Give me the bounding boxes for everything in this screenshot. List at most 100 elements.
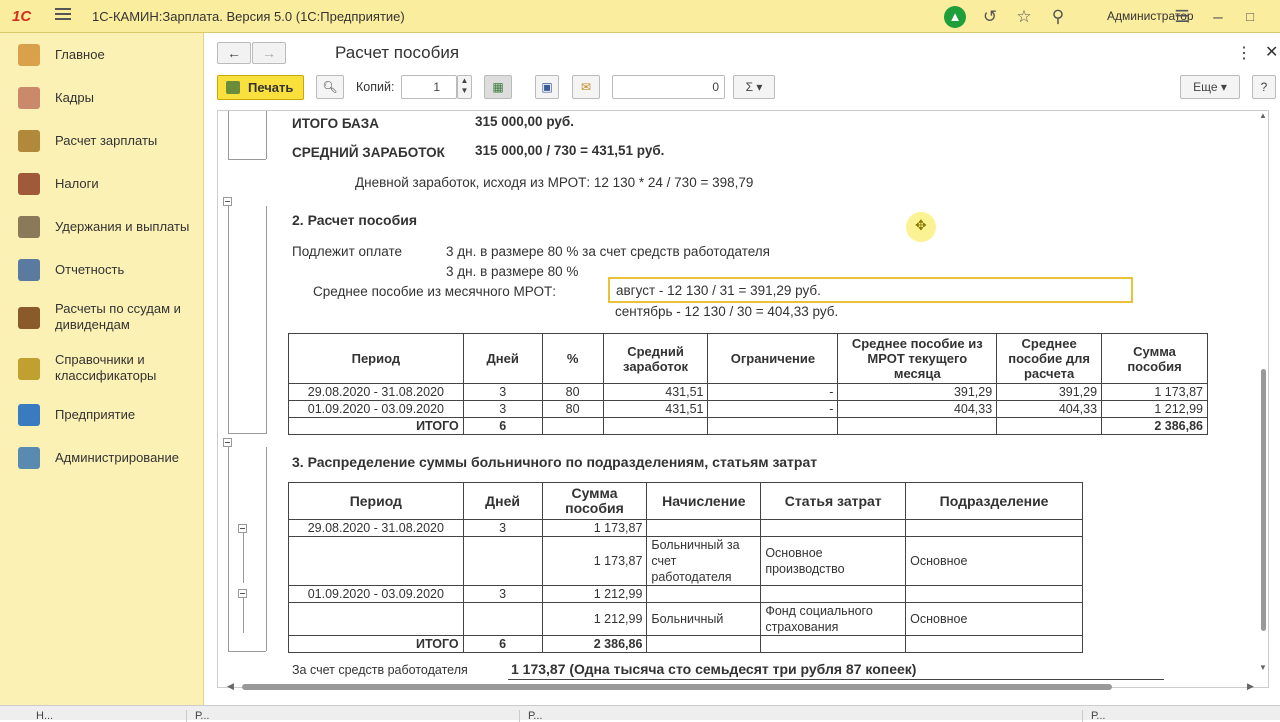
status-item[interactable]: Р... [1082, 710, 1272, 722]
sidebar-item-catalogs[interactable]: Справочники и классификаторы [0, 350, 204, 386]
more-button[interactable]: Еще ▾ [1180, 75, 1240, 99]
col-header: Среднее пособие для расчета [996, 333, 1103, 384]
employer-label: За счет средств работодателя [292, 663, 468, 677]
col-header: Период [288, 482, 464, 520]
sidebar-item-taxes[interactable]: Налоги [0, 173, 204, 195]
help-button[interactable]: ? [1252, 75, 1276, 99]
sidebar-item-loans[interactable]: Расчеты по ссудам и дивидендам [0, 299, 204, 335]
scroll-right-icon[interactable]: ▶ [1247, 681, 1254, 692]
col-header: Средний заработок [602, 333, 709, 384]
pay-label: Подлежит оплате [292, 244, 402, 259]
sidebar-item-admin[interactable]: Администрирование [0, 447, 204, 469]
minimize-icon[interactable]: – [1207, 6, 1229, 28]
sidebar-item-enterprise[interactable]: Предприятие [0, 404, 204, 426]
col-header: Период [288, 333, 464, 384]
reports-icon [18, 259, 40, 281]
group-collapse-toggle[interactable] [238, 589, 247, 598]
col-header: Начисление [646, 482, 762, 520]
form-window: ← → Расчет пособия ⋮ ✕ Печать 🔍︎ Копий: … [205, 33, 1280, 705]
send-email-button[interactable]: ✉ [572, 75, 600, 99]
avg-value: 315 000,00 / 730 = 431,51 руб. [475, 143, 665, 158]
sidebar: Главное Кадры Расчет зарплаты Налоги Уде… [0, 33, 204, 705]
catalogs-icon [18, 358, 40, 380]
sidebar-item-main[interactable]: Главное [0, 44, 204, 66]
copies-label: Копий: [356, 80, 395, 94]
status-item[interactable]: Р... [186, 710, 506, 722]
notifications-icon[interactable]: ▲ [944, 6, 966, 28]
mouse-cursor-icon: ✥ [906, 212, 936, 242]
preview-button[interactable]: 🔍︎ [316, 75, 344, 99]
form-title: Расчет пособия [335, 43, 460, 62]
pay-line-2: 3 дн. в размере 80 % [446, 264, 579, 279]
col-header: Подразделение [905, 482, 1083, 520]
menu-icon[interactable] [55, 8, 71, 22]
copies-input[interactable]: 1 [401, 75, 457, 99]
table-row: 01.09.2020 - 03.09.2020 3 80 431,51 -404,3… [288, 400, 1208, 418]
save-button[interactable]: ▣ [535, 75, 559, 99]
employer-value: 1 173,87 (Одна тысяча сто семьдесят три … [511, 661, 917, 677]
selected-cell[interactable]: август - 12 130 / 31 = 391,29 руб. [608, 277, 1133, 303]
copies-stepper[interactable]: ▲ ▼ [457, 75, 472, 99]
scrollbar-thumb[interactable] [1261, 369, 1266, 631]
edit-mode-button[interactable]: ▦ [484, 75, 512, 99]
base-label: ИТОГО БАЗА [292, 116, 379, 131]
sum-menu-button[interactable]: Σ ▾ [733, 75, 775, 99]
printer-icon [226, 81, 240, 94]
deductions-icon [18, 216, 40, 238]
sidebar-item-deductions[interactable]: Удержания и выплаты [0, 216, 204, 238]
col-header: Дней [462, 333, 543, 384]
scrollbar-thumb[interactable] [242, 684, 1112, 690]
loans-icon [18, 307, 40, 329]
table-row: 1 212,99 Больничный Фонд социального стра… [288, 602, 1083, 636]
sidebar-item-hr[interactable]: Кадры [0, 87, 204, 109]
scroll-up-icon[interactable]: ▲ [1259, 111, 1267, 120]
scroll-left-icon[interactable]: ◀ [227, 681, 234, 692]
pay-line-1: 3 дн. в размере 80 % за счет средств раб… [446, 244, 770, 259]
base-value: 315 000,00 руб. [475, 114, 574, 129]
history-icon[interactable]: ↺ [979, 6, 1001, 28]
status-item[interactable]: Н... [36, 710, 166, 722]
group-collapse-toggle[interactable] [223, 438, 232, 447]
favorites-icon[interactable]: ☆ [1013, 6, 1035, 28]
group-collapse-toggle[interactable] [223, 197, 232, 206]
total-row: ИТОГО 6 2 386,86 [288, 417, 1208, 435]
maximize-icon[interactable]: □ [1239, 6, 1261, 28]
sum-field[interactable]: 0 [612, 75, 725, 99]
sidebar-item-reports[interactable]: Отчетность [0, 259, 204, 281]
horizontal-scrollbar[interactable]: ◀ ▶ [217, 681, 1269, 693]
scroll-down-icon[interactable]: ▼ [1259, 663, 1267, 672]
sidebar-item-payroll[interactable]: Расчет зарплаты [0, 130, 204, 152]
app-logo: 1С [12, 8, 32, 25]
col-header: % [541, 333, 604, 384]
payroll-icon [18, 130, 40, 152]
vertical-scrollbar[interactable]: ▲ ▼ [1258, 111, 1268, 687]
admin-icon [18, 447, 40, 469]
col-header: Сумма пособия [541, 482, 648, 520]
col-header: Ограничение [707, 333, 839, 384]
more-vert-icon[interactable]: ⋮ [1236, 43, 1252, 63]
distribution-table: Период Дней Сумма пособия Начисление Ста… [288, 482, 1083, 653]
staff-icon [18, 87, 40, 109]
table-row: 1 173,87 Больничный за счет работодателя … [288, 536, 1083, 586]
section-3-title: 3. Распределение суммы больничного по по… [292, 454, 818, 470]
settings-icon[interactable]: ☰ [1171, 6, 1193, 28]
spreadsheet-document[interactable]: ИТОГО БАЗА 315 000,00 руб. СРЕДНИЙ ЗАРАБ… [217, 110, 1269, 688]
save-icon: ▣ [541, 80, 553, 94]
print-button[interactable]: Печать [217, 75, 304, 100]
daily-earnings: Дневной заработок, исходя из МРОТ: 12 13… [355, 175, 754, 190]
forward-button[interactable]: → [252, 42, 286, 64]
home-icon [18, 44, 40, 66]
search-icon[interactable]: ⚲ [1047, 6, 1069, 28]
table-row: 29.08.2020 - 31.08.2020 3 1 173,87 [288, 519, 1083, 537]
mrot-line-2: сентябрь - 12 130 / 30 = 404,33 руб. [615, 304, 839, 319]
sigma-icon: Σ ▾ [745, 80, 763, 94]
table-row: 29.08.2020 - 31.08.2020 3 80 431,51 -391,2… [288, 383, 1208, 401]
group-collapse-toggle[interactable] [238, 524, 247, 533]
back-button[interactable]: ← [217, 42, 251, 64]
total-row: ИТОГО 6 2 386,86 [288, 635, 1083, 653]
mrot-label: Среднее пособие из месячного МРОТ: [313, 284, 556, 299]
mrot-line-1: август - 12 130 / 31 = 391,29 руб. [616, 283, 821, 298]
close-icon[interactable]: ✕ [1265, 42, 1278, 62]
edit-icon: ▦ [492, 80, 504, 94]
status-item[interactable]: Р... [519, 710, 1079, 722]
